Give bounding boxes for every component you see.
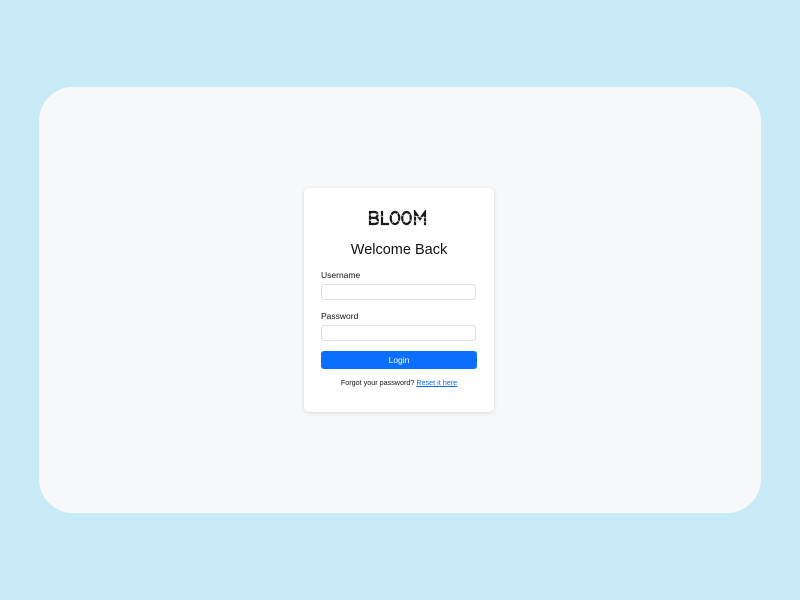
page-title: Welcome Back	[350, 242, 448, 258]
login-button[interactable]: Login	[321, 351, 477, 369]
bloom-logo	[304, 208, 494, 228]
forgot-password-text: Forgot your password?	[340, 378, 415, 387]
login-card: Welcome Back Username Password Login For…	[304, 188, 494, 412]
password-label: Password	[321, 311, 359, 321]
bloom-logo-mark	[368, 210, 427, 226]
password-input[interactable]	[321, 325, 476, 341]
username-label: Username	[321, 270, 361, 280]
username-input[interactable]	[321, 284, 476, 300]
reset-password-link[interactable]: Reset it here	[416, 378, 457, 387]
forgot-password-row: Forgot your password? Reset it here	[304, 378, 494, 388]
